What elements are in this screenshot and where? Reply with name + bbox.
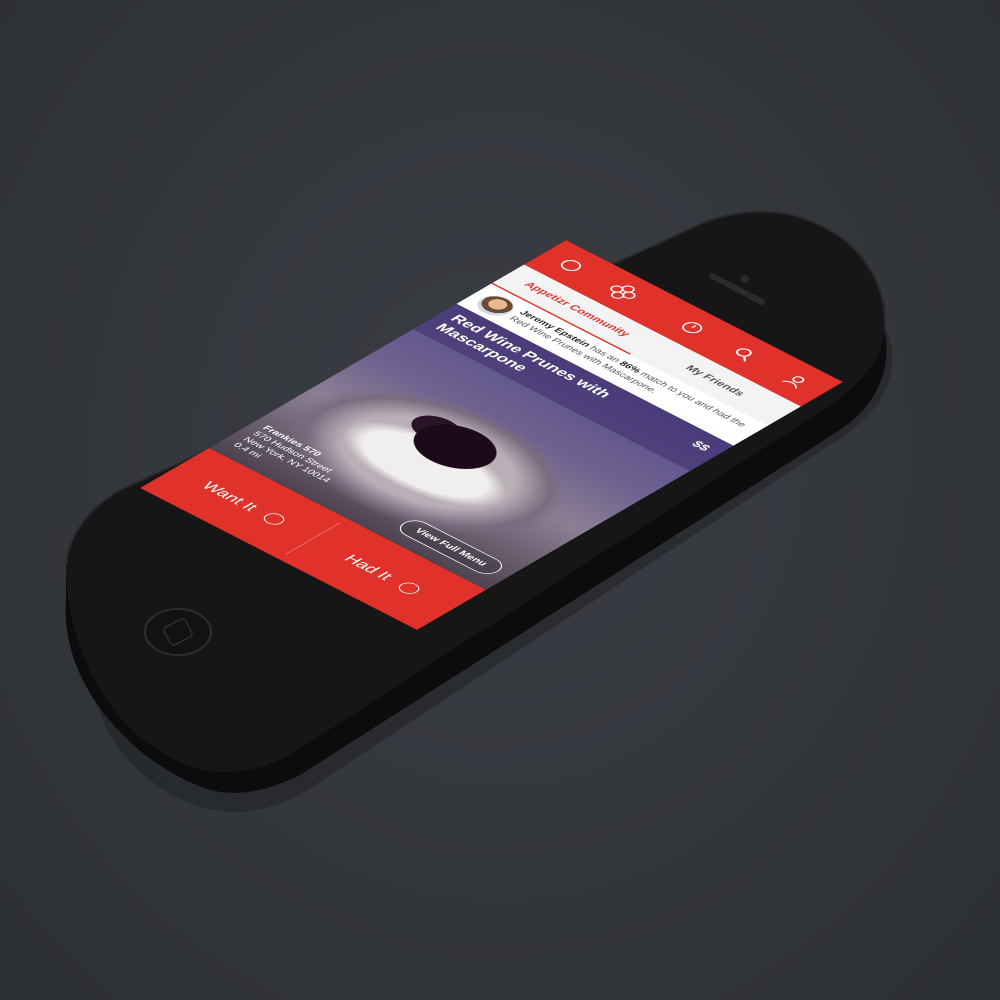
had-it-label: Had It: [340, 552, 398, 583]
home-icon[interactable]: [548, 253, 593, 278]
clock-icon[interactable]: [670, 315, 715, 340]
background: Appetizr Community My Friends Jeremy Eps…: [0, 0, 1000, 1000]
front-camera: [741, 275, 749, 283]
appetizr-logo-icon[interactable]: [600, 280, 645, 305]
profile-icon[interactable]: [773, 369, 818, 394]
want-it-label: Want It: [198, 479, 263, 513]
home-button-icon: [144, 608, 212, 656]
want-it-check-icon: [259, 511, 289, 527]
had-it-check-icon: [394, 580, 424, 597]
search-icon[interactable]: [721, 342, 766, 367]
